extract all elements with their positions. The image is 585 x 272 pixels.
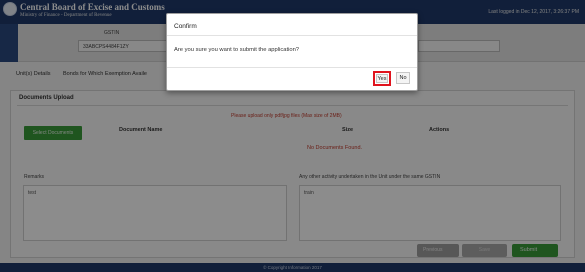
divider <box>167 35 417 36</box>
yes-button-highlight: Yes <box>373 71 391 86</box>
no-button[interactable]: No <box>396 72 410 84</box>
yes-button[interactable]: Yes <box>376 74 388 83</box>
dialog-message: Are you sure you want to submit the appl… <box>174 47 300 53</box>
divider <box>167 67 417 68</box>
dialog-title: Confirm <box>174 23 197 30</box>
confirm-dialog: Confirm Are you sure you want to submit … <box>166 13 418 91</box>
